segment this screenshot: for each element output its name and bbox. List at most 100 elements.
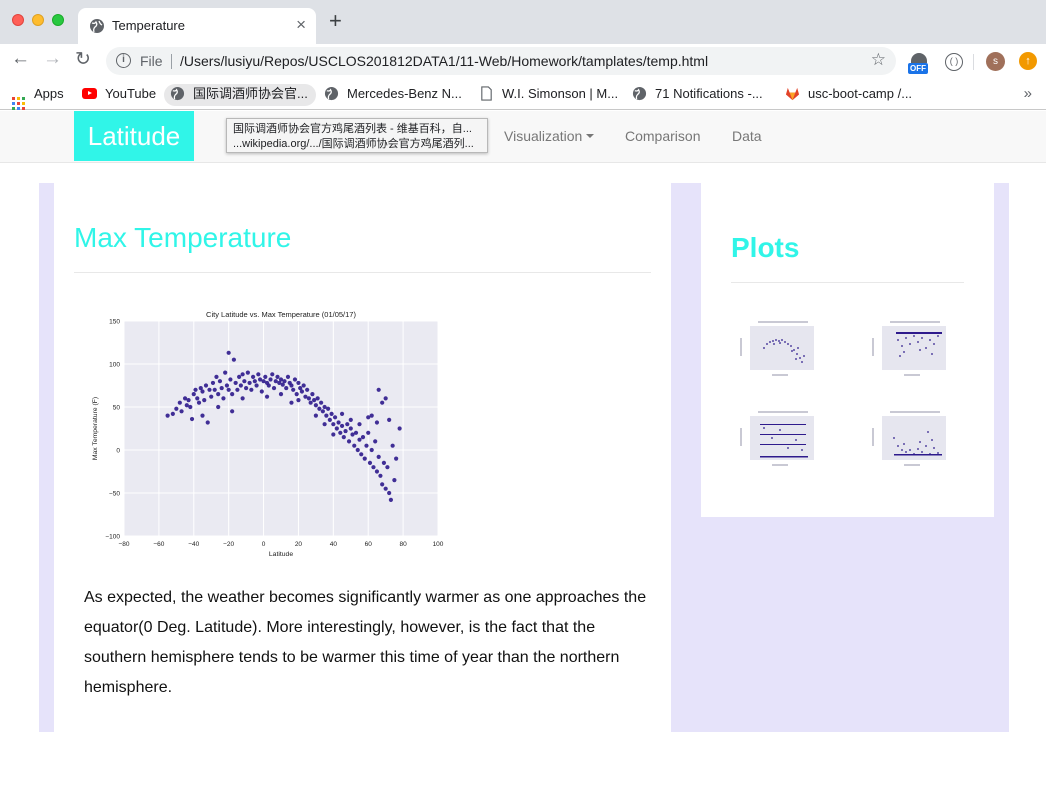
data-point xyxy=(394,456,399,461)
data-point xyxy=(275,374,280,379)
data-point xyxy=(278,392,284,397)
data-point xyxy=(270,372,275,377)
bookmark-star-icon[interactable]: ☆ xyxy=(871,50,886,70)
data-point xyxy=(360,435,366,440)
data-point xyxy=(233,380,238,386)
data-point xyxy=(221,396,226,401)
extension-off-icon[interactable]: OFF xyxy=(908,53,930,74)
globe-icon xyxy=(324,86,339,101)
data-point xyxy=(230,392,235,397)
data-point xyxy=(196,400,202,405)
bookmark-mercedes[interactable]: Mercedes-Benz N... xyxy=(324,84,462,106)
data-point xyxy=(332,415,338,420)
data-point xyxy=(397,426,402,431)
data-point xyxy=(357,437,362,442)
data-point xyxy=(189,416,195,422)
y-tick-label: 0 xyxy=(116,448,120,455)
apps-grid-icon xyxy=(12,97,25,110)
data-point xyxy=(353,430,359,435)
data-point xyxy=(285,374,291,379)
plots-divider xyxy=(731,282,964,283)
x-tick-label: 80 xyxy=(399,541,407,548)
address-bar[interactable]: i File /Users/lusiyu/Repos/USCLOS201812D… xyxy=(106,47,896,75)
data-point xyxy=(385,465,390,470)
plot-background xyxy=(124,321,438,536)
thumbnail-points xyxy=(893,431,942,456)
browser-tab[interactable]: Temperature × xyxy=(78,8,316,44)
title-divider xyxy=(74,272,651,273)
tooltip-url: ...wikipedia.org/.../国际调酒师协会官方鸡尾酒列... xyxy=(233,138,474,150)
data-point xyxy=(245,370,250,375)
brand-logo[interactable]: Latitude xyxy=(74,111,194,161)
data-point xyxy=(174,406,179,411)
info-icon[interactable]: i xyxy=(116,53,131,68)
page-title: Max Temperature xyxy=(74,222,292,253)
bookmark-simonson[interactable]: W.I. Simonson | M... xyxy=(479,84,618,106)
data-point xyxy=(266,383,271,388)
data-point xyxy=(238,383,243,388)
y-tick-label: 50 xyxy=(113,405,121,412)
data-point xyxy=(223,370,228,375)
tab-title: Temperature xyxy=(112,18,185,33)
data-point xyxy=(289,383,294,388)
more-bookmarks-icon[interactable]: » xyxy=(1024,85,1032,102)
data-point xyxy=(299,389,305,394)
data-point xyxy=(170,411,175,416)
data-point xyxy=(263,374,268,379)
bookmark-youtube[interactable]: YouTube xyxy=(82,84,156,106)
bookmark-apps[interactable]: Apps xyxy=(12,84,64,110)
bookmark-tooltip: 国际调酒师协会官方鸡尾酒列表 - 维基百科，自... ...wikipedia.… xyxy=(226,118,488,153)
latitude-vs-temperature-chart: −80 −60 −40 −20 0 20 40 60 80 100 −100 −50 0 50 100 150… xyxy=(92,310,444,558)
close-window-button[interactable] xyxy=(12,14,24,26)
data-point xyxy=(339,423,345,429)
data-point xyxy=(322,422,327,427)
analysis-paragraph: As expected, the weather becomes signifi… xyxy=(84,589,647,696)
x-axis-label: Latitude xyxy=(269,551,293,558)
data-point xyxy=(252,379,257,384)
x-tick-label: −60 xyxy=(153,541,164,548)
data-point xyxy=(296,380,301,386)
data-point xyxy=(319,400,324,405)
data-point xyxy=(345,422,350,427)
data-point xyxy=(339,411,345,416)
nav-data[interactable]: Data xyxy=(732,128,762,144)
y-tick-label: −100 xyxy=(105,534,120,541)
data-point xyxy=(289,400,294,405)
close-tab-icon[interactable]: × xyxy=(296,15,306,35)
update-icon[interactable]: ↑ xyxy=(1019,52,1037,70)
url-text[interactable]: /Users/lusiyu/Repos/USCLOS201812DATA1/11… xyxy=(180,53,708,69)
profile-avatar[interactable]: s xyxy=(986,52,1005,71)
bookmark-notifications[interactable]: 71 Notifications -... xyxy=(632,84,763,106)
cloudiness-thumbnail[interactable] xyxy=(736,408,818,468)
data-point xyxy=(292,377,298,382)
max-temperature-thumbnail[interactable] xyxy=(736,318,818,378)
caret-down-icon xyxy=(586,134,595,138)
data-point xyxy=(244,385,249,391)
nav-comparison[interactable]: Comparison xyxy=(625,128,700,144)
maximize-window-button[interactable] xyxy=(52,14,64,26)
globe-icon xyxy=(90,19,104,33)
forward-icon[interactable]: → xyxy=(43,48,62,70)
data-point xyxy=(209,394,214,399)
data-point xyxy=(346,439,352,444)
new-tab-icon[interactable]: + xyxy=(329,10,342,32)
wind-speed-thumbnail[interactable] xyxy=(868,408,950,468)
youtube-icon xyxy=(82,88,97,99)
minimize-window-button[interactable] xyxy=(32,14,44,26)
bookmark-iba-cocktails[interactable]: 国际调酒师协会官... xyxy=(164,84,316,106)
data-point xyxy=(186,398,191,403)
data-point xyxy=(327,417,332,422)
y-tick-label: 150 xyxy=(109,319,120,326)
scheme-label: File xyxy=(140,53,163,69)
data-point xyxy=(359,452,364,457)
tooltip-title: 国际调酒师协会官方鸡尾酒列表 - 维基百科，自... xyxy=(233,123,472,135)
humidity-thumbnail[interactable] xyxy=(868,318,950,378)
data-point xyxy=(313,403,318,408)
bookmark-usc-boot-camp[interactable]: usc-boot-camp /... xyxy=(785,84,912,106)
extension-icon[interactable]: ( ) xyxy=(945,53,963,71)
data-point xyxy=(343,428,348,434)
data-point xyxy=(254,383,259,388)
nav-visualization-dropdown[interactable]: Visualization xyxy=(504,128,595,144)
back-icon[interactable]: ← xyxy=(11,48,30,70)
reload-icon[interactable]: ↻ xyxy=(75,48,91,71)
